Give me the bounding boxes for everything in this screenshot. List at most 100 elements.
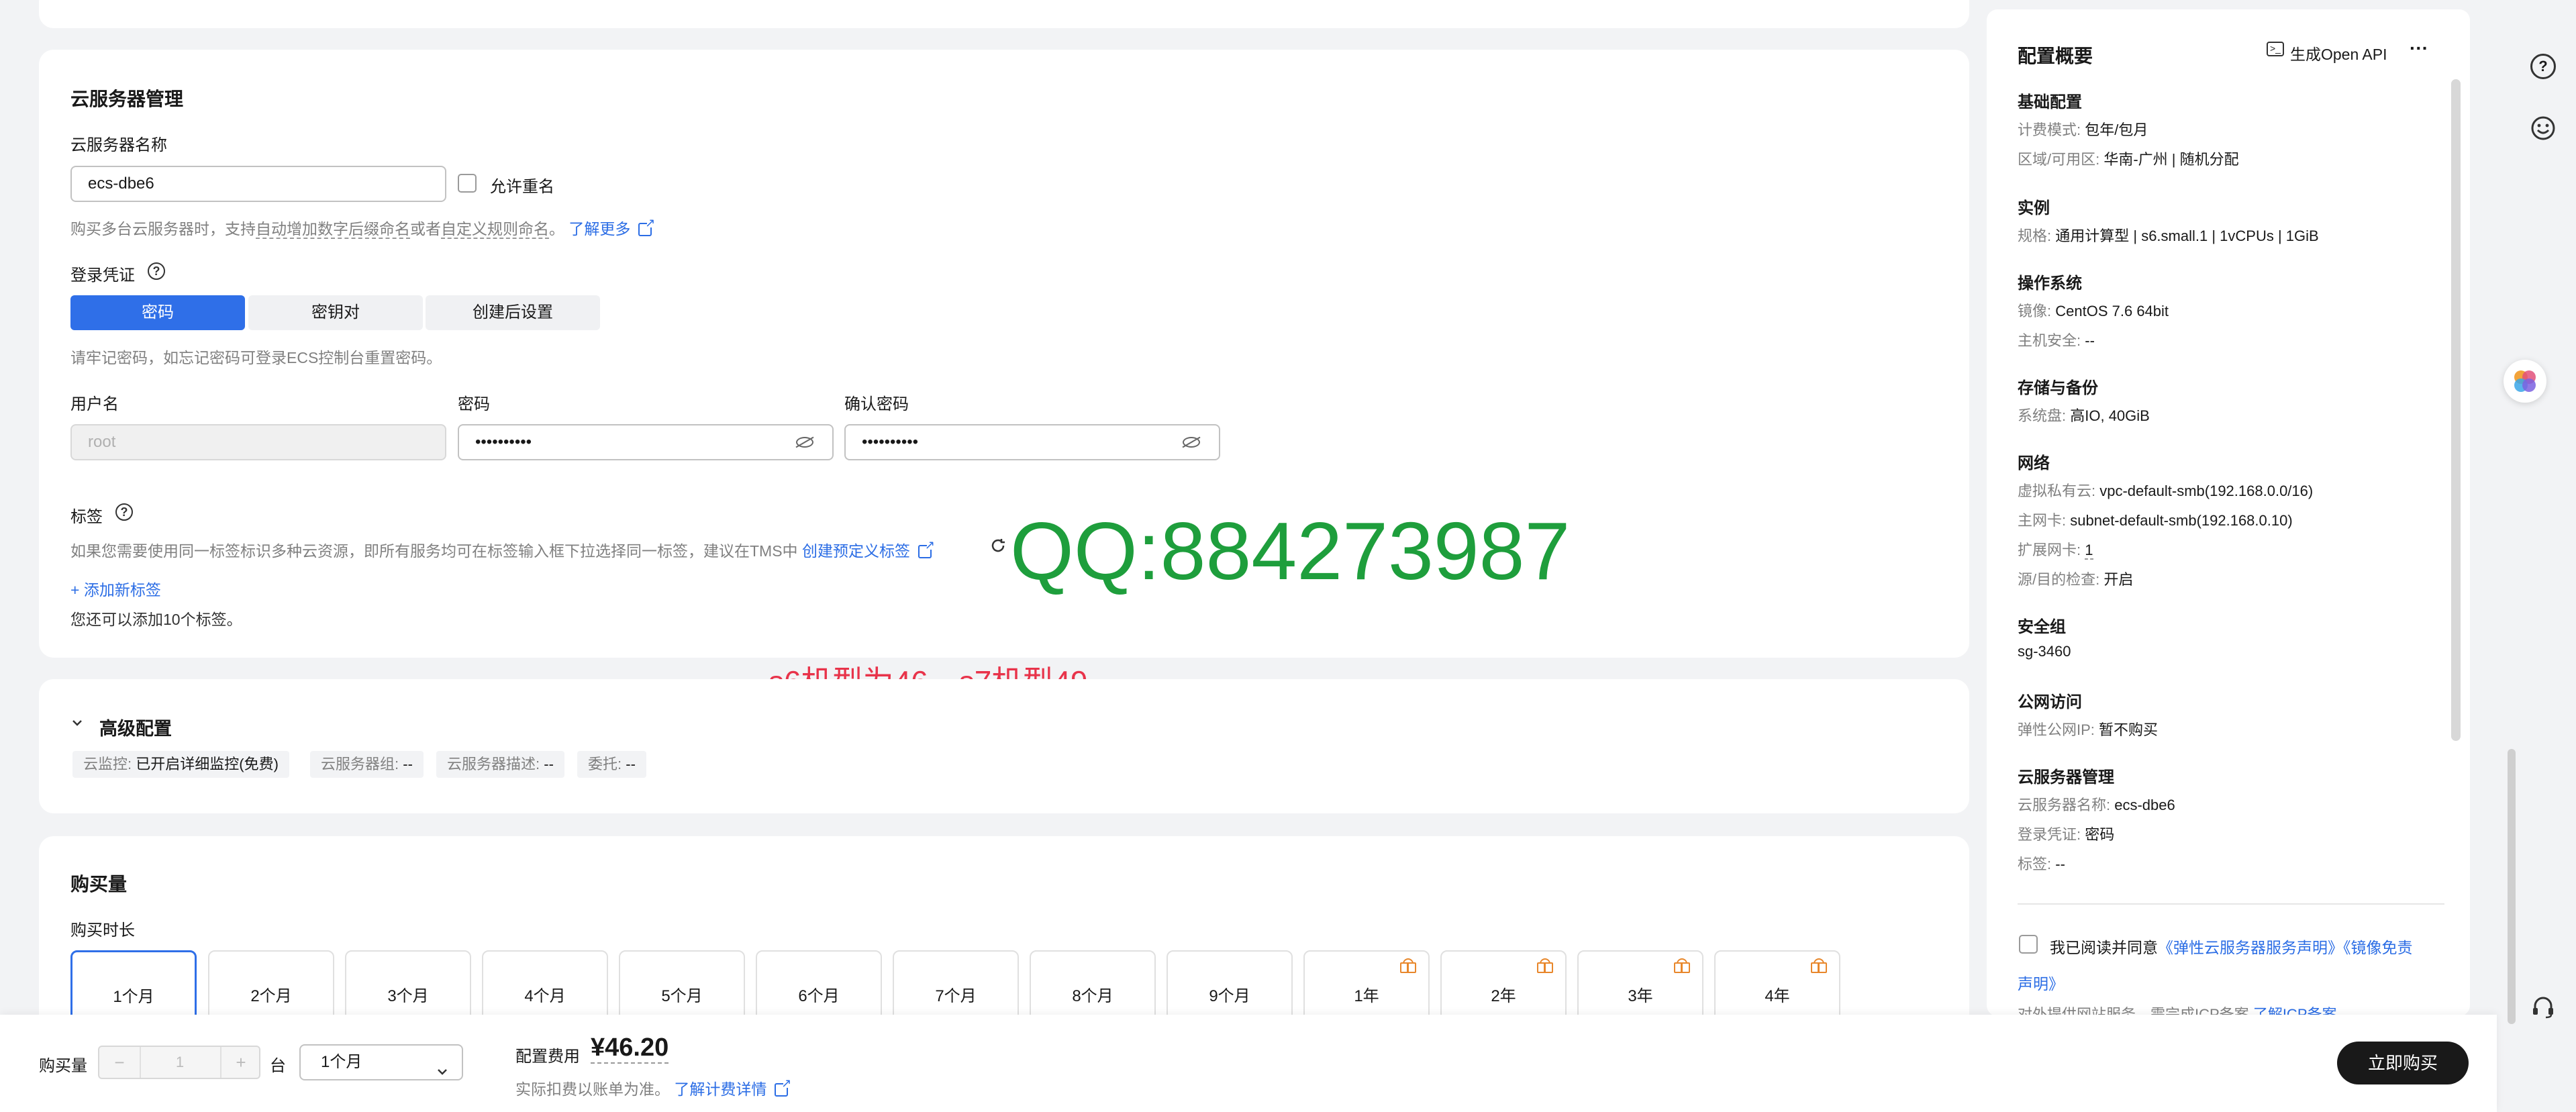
agree-prefix: 我已阅读并同意: [2050, 939, 2158, 956]
duration-option[interactable]: 1个月: [70, 950, 197, 1024]
summary-row: 云服务器名称: ecs-dbe6: [2018, 797, 2175, 813]
terminal-icon: >_: [2267, 42, 2284, 56]
unit-label: 台: [270, 1057, 286, 1075]
summary-row: 系统盘: 高IO, 40GiB: [2018, 407, 2150, 424]
add-tag-button[interactable]: + 添加新标签: [70, 577, 161, 600]
agreement-text: 我已阅读并同意《弹性云服务器服务声明》《镜像免责: [2050, 935, 2413, 958]
summary-row: 源/目的检查: 开启: [2018, 571, 2134, 588]
advanced-config-card: [39, 679, 1969, 813]
refresh-icon[interactable]: [989, 537, 1007, 554]
duration-select[interactable]: 1个月: [299, 1044, 463, 1080]
tab-keypair[interactable]: 密钥对: [248, 295, 423, 330]
confirm-password-input[interactable]: ••••••••••: [844, 424, 1220, 460]
password-input[interactable]: ••••••••••: [458, 424, 834, 460]
summary-row: 扩展网卡: 1: [2018, 542, 2093, 560]
generate-open-api-button[interactable]: 生成Open API: [2290, 42, 2387, 64]
create-predefined-tag-link[interactable]: 创建预定义标签: [802, 542, 910, 560]
summary-group-title: 存储与备份: [2018, 379, 2098, 397]
summary-group-title: 安全组: [2018, 618, 2066, 636]
duration-option[interactable]: 4个月: [482, 950, 608, 1024]
fee-value: ¥46.20: [591, 1033, 669, 1064]
summary-row: 主机安全: --: [2018, 332, 2095, 349]
customer-service-icon[interactable]: [2530, 995, 2556, 1020]
allow-duplicate-checkbox[interactable]: [458, 174, 477, 193]
login-credential-label: 登录凭证: [70, 266, 135, 285]
buy-now-button[interactable]: 立即购买: [2337, 1042, 2469, 1084]
chevron-down-icon[interactable]: [71, 717, 83, 729]
summary-row: 规格: 通用计算型 | s6.small.1 | 1vCPUs | 1GiB: [2018, 228, 2319, 244]
summary-row: 虚拟私有云: vpc-default-smb(192.168.0.0/16): [2018, 483, 2314, 499]
duration-select-value: 1个月: [321, 1053, 362, 1071]
more-icon[interactable]: ···: [2410, 38, 2428, 59]
assistant-icon[interactable]: [2504, 360, 2546, 403]
summary-row: 主网卡: subnet-default-smb(192.168.0.10): [2018, 512, 2293, 529]
summary-group-title: 操作系统: [2018, 274, 2082, 293]
duration-option-2y[interactable]: 2年: [1440, 950, 1567, 1024]
chip-server-desc: 云服务器描述: --: [436, 751, 564, 778]
quantity-value[interactable]: 1: [140, 1047, 220, 1078]
tags-hint-text: 如果您需要使用同一标签标识多种云资源，即所有服务均可在标签输入框下拉选择同一标签…: [70, 542, 798, 560]
tab-set-after-create[interactable]: 创建后设置: [426, 295, 600, 330]
feedback-smile-icon[interactable]: [2530, 115, 2556, 141]
summary-row: 计费模式: 包年/包月: [2018, 121, 2148, 138]
duration-option-1y[interactable]: 1年: [1303, 950, 1430, 1024]
chip-server-group: 云服务器组: --: [310, 751, 424, 778]
credential-hint: 请牢记密码，如忘记密码可登录ECS控制台重置密码。: [70, 349, 442, 366]
plus-button[interactable]: +: [220, 1047, 260, 1078]
duration-option[interactable]: 3个月: [345, 950, 471, 1024]
username-input: root: [70, 424, 446, 460]
tags-label: 标签: [70, 508, 103, 526]
summary-group-title: 基础配置: [2018, 93, 2082, 111]
hint-part-1: 购买多台云服务器时，支持: [70, 220, 256, 238]
external-link-icon: [918, 538, 935, 558]
tags-hint: 如果您需要使用同一标签标识多种云资源，即所有服务均可在标签输入框下拉选择同一标签…: [70, 538, 935, 561]
image-disclaimer-link-cont[interactable]: 声明》: [2018, 971, 2064, 994]
quantity-stepper[interactable]: − 1 +: [98, 1046, 260, 1079]
duration-option-4y[interactable]: 4年: [1714, 950, 1840, 1024]
image-disclaimer-link[interactable]: 《镜像免责: [2343, 939, 2413, 956]
summary-row: 标签: --: [2018, 856, 2065, 872]
fee-label: 配置费用: [515, 1048, 580, 1066]
confirm-password-label: 确认密码: [844, 395, 909, 413]
duration-option-3y[interactable]: 3年: [1577, 950, 1703, 1024]
tab-password[interactable]: 密码: [70, 295, 245, 330]
duration-option[interactable]: 9个月: [1167, 950, 1293, 1024]
duration-label: 购买时长: [70, 921, 135, 940]
minus-button[interactable]: −: [99, 1047, 141, 1078]
hint-part-2: 或者: [410, 220, 441, 238]
allow-duplicate-label: 允许重名: [490, 178, 554, 196]
advanced-config-title[interactable]: 高级配置: [99, 714, 172, 740]
external-link-icon: [775, 1076, 791, 1097]
external-link-icon: [638, 216, 655, 236]
duration-option[interactable]: 5个月: [619, 950, 745, 1024]
ecs-service-statement-link[interactable]: 《弹性云服务器服务声明》: [2158, 939, 2343, 956]
summary-row: 弹性公网IP: 暂不购买: [2018, 721, 2159, 738]
summary-group-title: 云服务器管理: [2018, 768, 2114, 787]
hint-custom-rule: 自定义规则命名: [441, 220, 549, 239]
help-icon[interactable]: ?: [148, 262, 165, 280]
learn-more-link[interactable]: 了解更多: [568, 220, 630, 238]
hide-confirm-password-icon[interactable]: [1183, 437, 1200, 448]
summary-row: 登录凭证: 密码: [2018, 826, 2115, 843]
duration-option[interactable]: 6个月: [756, 950, 882, 1024]
duration-option[interactable]: 2个月: [208, 950, 334, 1024]
hide-password-icon[interactable]: [796, 437, 813, 448]
fee-hint: 实际扣费以账单为准。 了解计费详情: [515, 1076, 791, 1099]
duration-option[interactable]: 8个月: [1030, 950, 1156, 1024]
summary-scrollbar[interactable]: [2451, 79, 2461, 741]
help-circle-icon[interactable]: ?: [2530, 54, 2556, 79]
duration-option[interactable]: 7个月: [893, 950, 1019, 1024]
purchase-title: 购买量: [70, 874, 128, 895]
gift-icon: [1811, 958, 1827, 973]
summary-row: 区域/可用区: 华南-广州 | 随机分配: [2018, 151, 2239, 168]
gift-icon: [1674, 958, 1690, 973]
server-name-input[interactable]: ecs-dbe6: [70, 166, 446, 202]
page-scrollbar[interactable]: [2508, 749, 2516, 1024]
username-label: 用户名: [70, 395, 119, 413]
summary-divider: [2018, 903, 2444, 905]
watermark-qq: QQ:884273987: [1010, 505, 1571, 597]
billing-details-link[interactable]: 了解计费详情: [674, 1080, 766, 1098]
agree-checkbox[interactable]: [2019, 935, 2038, 954]
tags-help-icon[interactable]: ?: [115, 503, 133, 521]
summary-row: sg-3460: [2018, 643, 2071, 660]
